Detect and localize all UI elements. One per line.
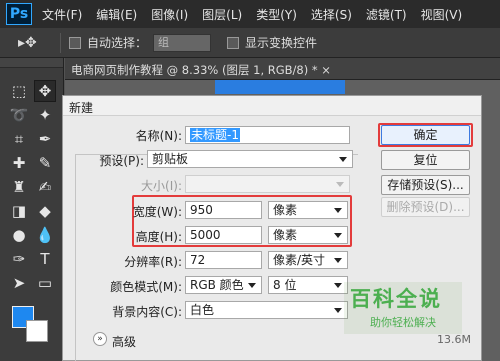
chevron-down-icon xyxy=(334,233,342,238)
eraser-icon[interactable]: ◨ xyxy=(8,200,30,222)
advanced-label[interactable]: 高级 xyxy=(112,333,136,350)
bit-depth-value: 8 位 xyxy=(273,278,297,292)
document-tab[interactable]: 电商网页制作教程 @ 8.33% (图层 1, RGB/8) * × xyxy=(65,58,500,80)
magic-wand-icon[interactable]: ✦ xyxy=(34,104,56,126)
reset-button[interactable]: 复位 xyxy=(381,150,470,170)
preset-label: 预设(P): xyxy=(99,154,144,168)
menu-select[interactable]: 选择(S) xyxy=(311,6,352,23)
preset-dropdown[interactable]: 剪贴板 xyxy=(147,150,353,168)
background-content-label: 背景内容(C): xyxy=(112,305,182,319)
background-color-swatch[interactable] xyxy=(26,320,48,342)
menu-edit[interactable]: 编辑(E) xyxy=(96,6,137,23)
show-transform-label: 显示变换控件 xyxy=(245,36,318,50)
height-input[interactable]: 5000 xyxy=(185,226,262,244)
size-dropdown xyxy=(185,175,350,193)
height-label: 高度(H): xyxy=(135,230,182,244)
width-unit-dropdown[interactable]: 像素 xyxy=(268,201,348,219)
type-tool-icon[interactable]: T xyxy=(34,248,56,270)
chevron-down-icon xyxy=(248,283,256,288)
chevron-down-icon xyxy=(334,283,342,288)
width-unit-value: 像素 xyxy=(273,203,298,217)
height-unit-value: 像素 xyxy=(273,228,298,242)
marquee-icon[interactable]: ⬚ xyxy=(8,80,30,102)
name-value: 未标题-1 xyxy=(190,128,240,142)
resolution-unit-value: 像素/英寸 xyxy=(273,253,326,267)
menu-bar: Ps 文件(F) 编辑(E) 图像(I) 图层(L) 类型(Y) 选择(S) 滤… xyxy=(0,0,500,28)
chevron-down-icon xyxy=(334,208,342,213)
crop-icon[interactable]: ⌗ xyxy=(8,128,30,150)
bit-depth-dropdown[interactable]: 8 位 xyxy=(268,276,348,294)
color-mode-dropdown[interactable]: RGB 颜色 xyxy=(185,276,262,294)
name-label: 名称(N): xyxy=(135,129,182,143)
dialog-title: 新建 xyxy=(69,101,94,115)
photoshop-logo: Ps xyxy=(6,3,32,25)
dialog-titlebar[interactable]: 新建 xyxy=(63,96,481,116)
name-input[interactable]: 未标题-1 xyxy=(185,126,350,144)
blur-icon[interactable]: 💧 xyxy=(34,224,56,246)
resolution-unit-dropdown[interactable]: 像素/英寸 xyxy=(268,251,348,269)
lasso-icon[interactable]: ➰ xyxy=(8,104,30,126)
rectangle-icon[interactable]: ▭ xyxy=(34,272,56,294)
image-size-info: 13.6M xyxy=(437,333,471,346)
chevron-down-icon xyxy=(334,308,342,313)
menu-file[interactable]: 文件(F) xyxy=(42,6,82,23)
auto-select-label: 自动选择： xyxy=(87,36,148,50)
panel-grip[interactable] xyxy=(0,58,63,68)
chevron-down-icon xyxy=(336,182,344,187)
save-preset-button[interactable]: 存储预设(S)... xyxy=(381,175,470,195)
document-tab-title: 电商网页制作教程 @ 8.33% (图层 1, RGB/8) * × xyxy=(71,63,331,77)
brush-icon[interactable]: ✎ xyxy=(34,152,56,174)
color-mode-value: RGB 颜色 xyxy=(190,278,244,292)
menu-image[interactable]: 图像(I) xyxy=(151,6,188,23)
preset-value: 剪贴板 xyxy=(152,152,189,166)
size-label: 大小(I): xyxy=(141,179,182,193)
chevron-down-icon xyxy=(339,157,347,162)
eyedropper-icon[interactable]: ✒ xyxy=(34,128,56,150)
watermark-title: 百科全说 xyxy=(350,287,442,311)
ok-button[interactable]: 确定 xyxy=(381,125,470,145)
move-tool-icon[interactable]: ✥ xyxy=(34,80,56,102)
pen-icon[interactable]: ✑ xyxy=(8,248,30,270)
path-select-icon[interactable]: ➤ xyxy=(8,272,30,294)
width-input[interactable]: 950 xyxy=(185,201,262,219)
menu-type[interactable]: 类型(Y) xyxy=(256,6,297,23)
auto-select-dropdown[interactable]: 组 xyxy=(153,33,212,52)
height-unit-dropdown[interactable]: 像素 xyxy=(268,226,348,244)
width-label: 宽度(W): xyxy=(132,205,182,219)
advanced-expand-icon[interactable]: » xyxy=(93,332,107,346)
delete-preset-button: 删除预设(D)... xyxy=(381,197,470,217)
divider xyxy=(60,32,61,53)
chevron-down-icon xyxy=(334,258,342,263)
dodge-icon[interactable]: ● xyxy=(8,224,30,246)
healing-brush-icon[interactable]: ✚ xyxy=(8,152,30,174)
paint-bucket-icon[interactable]: ◆ xyxy=(34,200,56,222)
resolution-input[interactable]: 72 xyxy=(185,251,262,269)
stamp-icon[interactable]: ♜ xyxy=(8,176,30,198)
auto-select-checkbox[interactable] xyxy=(69,36,81,49)
show-transform-checkbox[interactable] xyxy=(227,36,240,49)
tools-panel: ⬚ ✥ ➰ ✦ ⌗ ✒ ✚ ✎ ♜ ✍ ◨ ◆ ● 💧 ✑ T ➤ ▭ ✋ xyxy=(0,58,64,361)
options-bar: ▸✥ 自动选择： 组 显示变换控件 xyxy=(0,28,500,58)
canvas-content xyxy=(215,80,345,94)
move-tool-preset-icon[interactable]: ▸✥ xyxy=(18,33,52,53)
menu-layer[interactable]: 图层(L) xyxy=(202,6,242,23)
background-content-dropdown[interactable]: 白色 xyxy=(185,301,348,319)
watermark-subtitle: 助你轻松解决 xyxy=(370,316,436,329)
background-content-value: 白色 xyxy=(190,303,215,317)
menu-view[interactable]: 视图(V) xyxy=(421,6,463,23)
color-mode-label: 颜色模式(M): xyxy=(110,280,182,294)
resolution-label: 分辨率(R): xyxy=(124,255,182,269)
history-brush-icon[interactable]: ✍ xyxy=(34,176,56,198)
menu-filter[interactable]: 滤镜(T) xyxy=(366,6,407,23)
